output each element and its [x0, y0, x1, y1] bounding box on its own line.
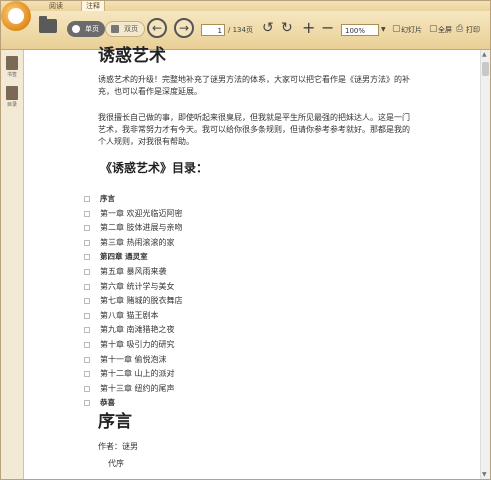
- toolbar: 单页 双页 ← → 1 / 134页 ↺ ↻ + − 100% ▼ ▢ 幻灯片 …: [1, 1, 490, 50]
- menu-bar: 阅读 注释: [1, 1, 490, 11]
- print-button[interactable]: 打印: [466, 24, 480, 36]
- rotate-left-icon[interactable]: ↺: [262, 20, 274, 36]
- single-page-icon: [72, 25, 80, 33]
- zoom-out-icon[interactable]: −: [321, 20, 334, 36]
- zoom-select[interactable]: 100%: [341, 24, 379, 36]
- vertical-scrollbar[interactable]: ▲ ▼: [480, 50, 490, 479]
- zoom-in-icon[interactable]: +: [302, 20, 315, 36]
- toc-item[interactable]: 第七章 赌城的脱衣舞店: [84, 294, 183, 309]
- page-total: / 134页: [228, 26, 253, 34]
- tab-read[interactable]: 阅读: [45, 1, 67, 11]
- toc-item[interactable]: 第十章 吸引力的研究: [84, 338, 183, 353]
- sidebar-item-toc[interactable]: 目录: [3, 86, 21, 108]
- scroll-thumb[interactable]: [482, 62, 489, 76]
- toc-item[interactable]: 第六章 统计学与美女: [84, 280, 183, 295]
- intro-paragraph-2: 我很擅长自己做的事，即使听起来很臭屁，但我就是平生所见最强的把妹达人。这是一门艺…: [98, 113, 410, 146]
- toc-item[interactable]: 第五章 暴风雨来袭: [84, 265, 183, 280]
- app-logo: [1, 1, 31, 31]
- fullscreen-icon: ▢: [429, 24, 438, 34]
- author-line: 作者：谜男: [98, 442, 138, 451]
- sidebar-item-bookmark[interactable]: 书签: [3, 56, 21, 78]
- slideshow-icon: ▢: [392, 24, 401, 34]
- toc-item[interactable]: 第三章 热闹滚滚的家: [84, 236, 183, 251]
- slideshow-button[interactable]: 幻灯片: [401, 24, 422, 36]
- scroll-up-icon[interactable]: ▲: [482, 51, 487, 58]
- arrow-right-icon: →: [178, 21, 190, 35]
- double-page-button[interactable]: 双页: [105, 21, 145, 37]
- bookmark-icon: [6, 56, 18, 70]
- double-page-icon: [111, 25, 119, 33]
- toc-item[interactable]: 第九章 南滩猎艳之夜: [84, 323, 183, 338]
- scroll-down-icon[interactable]: ▼: [482, 471, 487, 478]
- toc-item[interactable]: 第十一章 偷悦泡沫: [84, 353, 183, 368]
- toc-item[interactable]: 第十二章 山上的派对: [84, 367, 183, 382]
- fullscreen-button[interactable]: 全屏: [438, 24, 452, 36]
- toc-item[interactable]: 序言: [84, 192, 183, 207]
- toc-item[interactable]: 第二章 肢体进展与亲吻: [84, 221, 183, 236]
- intro-paragraph-1: 诱惑艺术的升级！完整地补充了谜男方法的体系，大家可以把它看作是《谜男方法》的补充…: [98, 75, 410, 96]
- rotate-right-icon[interactable]: ↻: [281, 20, 293, 36]
- arrow-left-icon: ←: [151, 21, 163, 35]
- section-title: 序言: [98, 412, 132, 432]
- toc-item[interactable]: 第一章 欢迎光临迈阿密: [84, 207, 183, 222]
- open-folder-icon[interactable]: [39, 16, 57, 33]
- toc-item[interactable]: 第四章 通灵室: [84, 250, 183, 265]
- sidebar: 书签 目录: [1, 50, 24, 479]
- reader-window: 阅读 注释 单页 双页 ← → 1 / 134页 ↺ ↻ + − 100% ▼ …: [0, 0, 491, 480]
- document-title: 诱惑艺术: [98, 46, 166, 66]
- preface-label: 代序: [108, 459, 124, 468]
- prev-page-button[interactable]: ←: [147, 18, 167, 38]
- toc-list: 序言 第一章 欢迎光临迈阿密 第二章 肢体进展与亲吻 第三章 热闹滚滚的家 第四…: [84, 192, 183, 411]
- chevron-down-icon[interactable]: ▼: [381, 24, 389, 36]
- toc-item[interactable]: 第十三章 纽约的尾声: [84, 382, 183, 397]
- toc-item[interactable]: 第八章 猫王剧本: [84, 309, 183, 324]
- tab-annotate[interactable]: 注释: [81, 1, 105, 11]
- toc-icon: [6, 86, 18, 100]
- single-page-button[interactable]: 单页: [67, 21, 105, 37]
- toc-heading: 《诱惑艺术》目录：: [100, 161, 209, 175]
- next-page-button[interactable]: →: [174, 18, 194, 38]
- print-icon: ⎙: [456, 24, 464, 34]
- page-number-input[interactable]: 1: [201, 24, 225, 36]
